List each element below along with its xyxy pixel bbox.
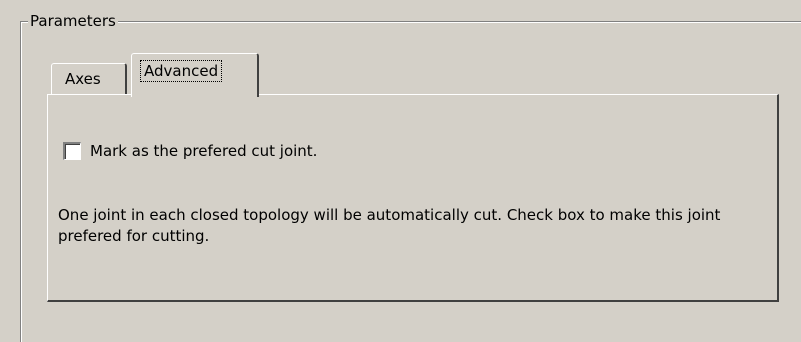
groupbox-title: Parameters: [28, 12, 118, 30]
preferred-cut-joint-row[interactable]: Mark as the prefered cut joint.: [63, 142, 317, 160]
tab-advanced[interactable]: Advanced: [131, 53, 259, 97]
tab-advanced-label: Advanced: [140, 60, 223, 82]
tab-axes[interactable]: Axes: [51, 63, 127, 94]
advanced-tab-panel: Mark as the prefered cut joint. One join…: [47, 94, 779, 302]
tab-axes-label: Axes: [65, 70, 101, 88]
cut-joint-description: One joint in each closed topology will b…: [58, 206, 721, 245]
preferred-cut-joint-checkbox[interactable]: [63, 142, 81, 160]
preferred-cut-joint-label[interactable]: Mark as the prefered cut joint.: [90, 142, 317, 160]
